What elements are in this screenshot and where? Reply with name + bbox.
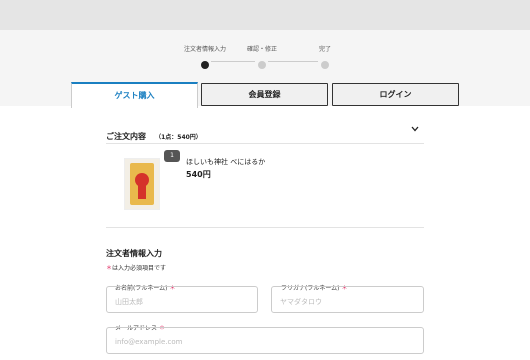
product-price: 540円 [186, 170, 211, 179]
form-section-title: 注文者情報入力 [106, 249, 162, 258]
step-dot [201, 61, 209, 69]
step-dot [321, 61, 329, 69]
name-placeholder: 山田太郎 [115, 298, 143, 306]
checkout-stepper: 注文者情報入力 確認・修正 完了 [180, 44, 350, 70]
top-bar [0, 0, 530, 30]
chevron-down-icon[interactable] [410, 124, 420, 134]
product-name: ほしいも神社 べにはるか [186, 158, 266, 166]
step-dot [258, 61, 266, 69]
email-placeholder: info@example.com [115, 338, 183, 346]
required-note-text: は入力必須項目です [112, 265, 167, 272]
order-count: （1点：540円） [155, 134, 202, 141]
product-thumbnail [124, 158, 160, 210]
tab-guest-purchase[interactable]: ゲスト購入 [71, 82, 198, 108]
kana-field[interactable]: ヤマダタロウ [271, 286, 424, 313]
order-title: ご注文内容 [106, 132, 146, 141]
tab-member-register[interactable]: 会員登録 [201, 83, 328, 106]
product-label [138, 185, 146, 199]
main-panel [0, 106, 530, 360]
required-note: ＊は入力必須項目です [106, 263, 166, 272]
divider [106, 143, 424, 144]
email-field[interactable]: info@example.com [106, 327, 424, 354]
step-label: 確認・修正 [246, 46, 277, 53]
name-field[interactable]: 山田太郎 [106, 286, 258, 313]
quantity-badge: 1 [164, 150, 180, 162]
tab-login[interactable]: ログイン [332, 83, 459, 106]
step-label: 完了 [318, 46, 331, 53]
step-confirm: 確認・修正 [227, 44, 297, 69]
kana-placeholder: ヤマダタロウ [280, 298, 322, 306]
order-summary-header[interactable]: ご注文内容 （1点：540円） [106, 124, 424, 141]
divider [106, 227, 424, 228]
step-complete: 完了 [290, 44, 360, 69]
